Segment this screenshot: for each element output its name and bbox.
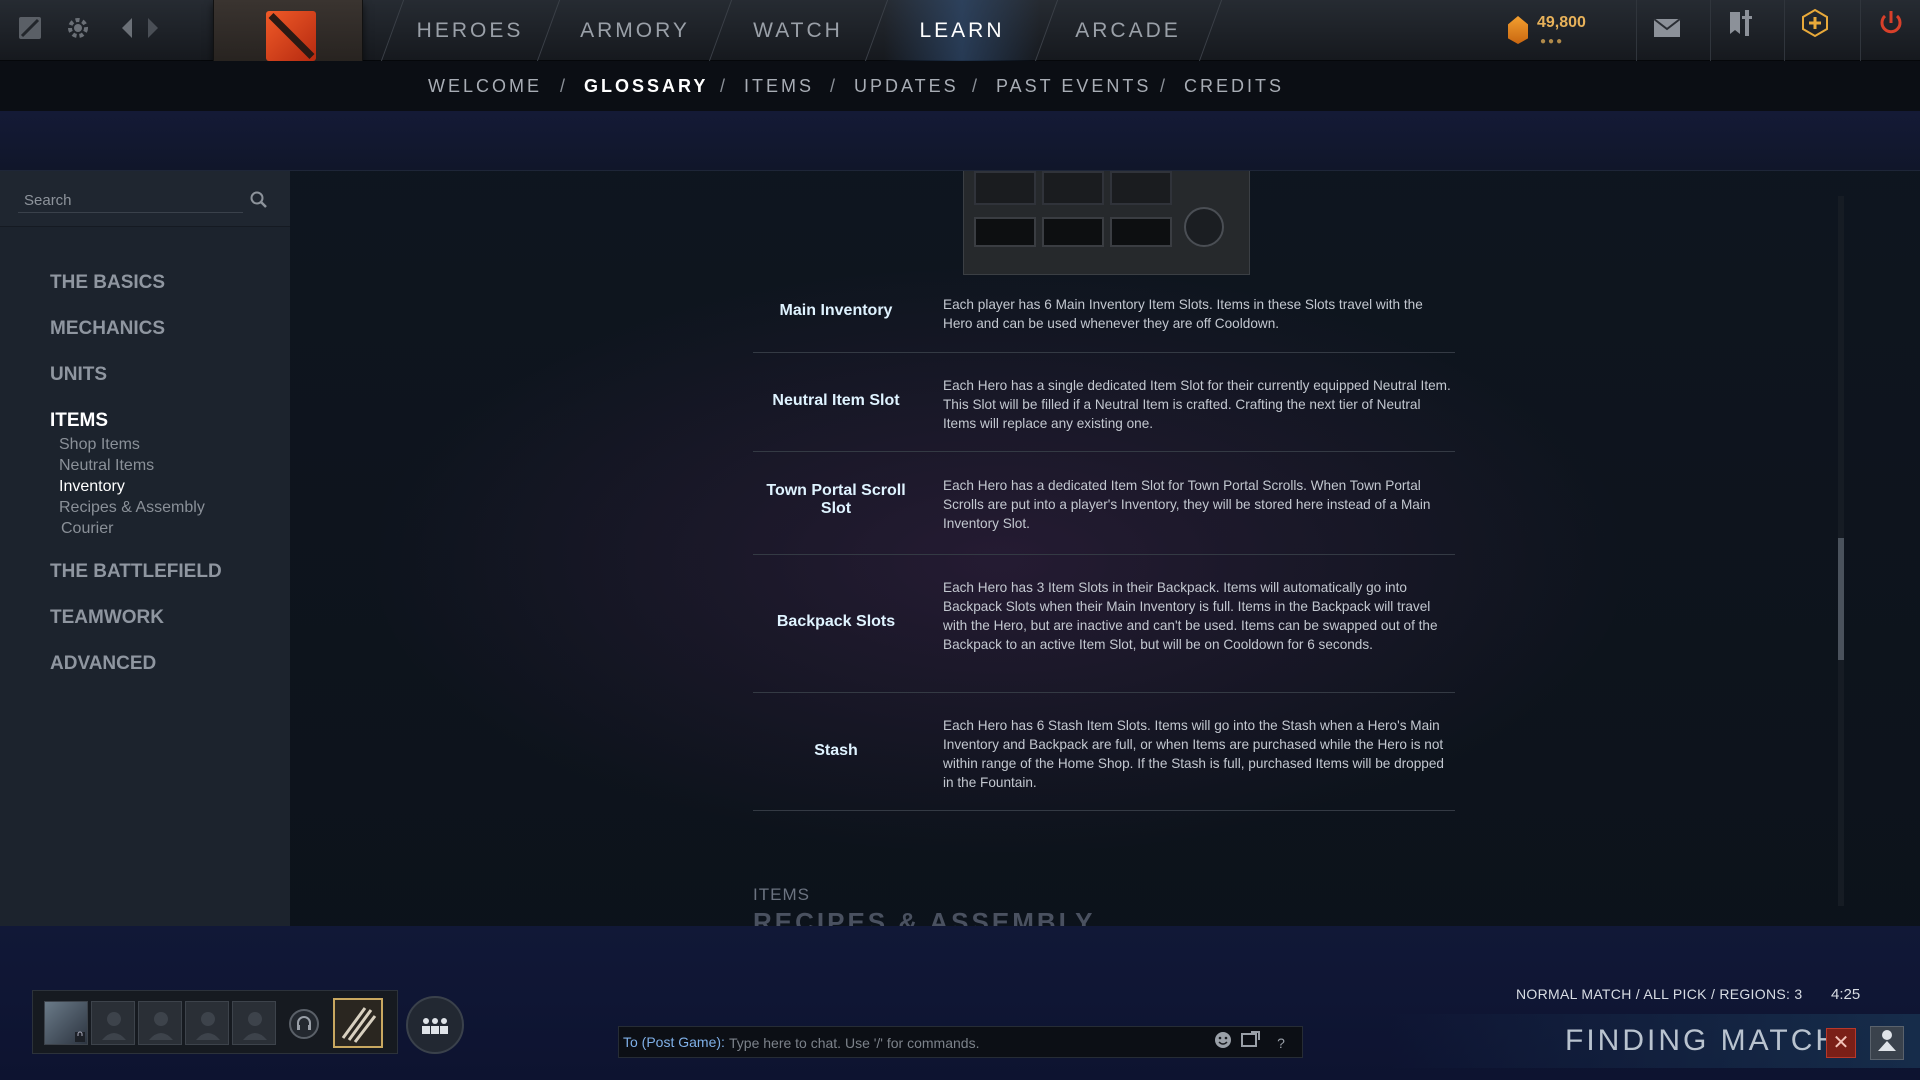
party-slot-empty[interactable]	[138, 1001, 182, 1045]
sidebar-item-the-basics[interactable]: THE BASICS	[50, 272, 165, 294]
glossary-description: Each Hero has a single dedicated Item Sl…	[943, 378, 1451, 431]
inventory-slot	[1110, 171, 1172, 205]
inventory-slot	[974, 171, 1036, 205]
glossary-term: Town Portal Scroll Slot	[766, 482, 906, 517]
glossary-row: Town Portal Scroll Slot Each Hero has a …	[753, 452, 1455, 555]
subnav-welcome[interactable]: WELCOME	[428, 76, 542, 97]
tab-arcade[interactable]: ARCADE	[1054, 0, 1202, 61]
chat-help-button[interactable]: ?	[1269, 1031, 1293, 1055]
subnav-updates[interactable]: UPDATES	[854, 76, 959, 97]
dota-icon[interactable]	[14, 14, 46, 46]
headset-icon[interactable]	[289, 1009, 319, 1039]
sidebar-item-items[interactable]: ITEMS	[50, 410, 108, 432]
backpack-slot	[1110, 217, 1172, 247]
glossary-description: Each Hero has 3 Item Slots in their Back…	[943, 580, 1438, 652]
rank-medal-icon[interactable]	[333, 998, 383, 1048]
subnav-separator: /	[560, 76, 566, 96]
sidebar-subitem-neutral-items[interactable]: Neutral Items	[59, 457, 154, 475]
matchmaking-panel: FINDING MATCH ✕	[1390, 1014, 1920, 1068]
glossary-row: Neutral Item Slot Each Hero has a single…	[753, 353, 1455, 452]
party-slot-empty[interactable]	[185, 1001, 229, 1045]
hero-select-icon[interactable]	[1870, 1026, 1904, 1060]
header-band	[0, 111, 1920, 171]
sidebar-subitem-recipes-assembly[interactable]: Recipes & Assembly	[59, 499, 205, 517]
subnav-credits[interactable]: CREDITS	[1184, 76, 1284, 97]
glossary-row: Stash Each Hero has 6 Stash Item Slots. …	[753, 693, 1455, 811]
party-panel	[32, 990, 398, 1054]
subnav-separator: /	[972, 76, 978, 96]
sidebar-subitem-inventory[interactable]: Inventory	[59, 478, 125, 496]
party-slot-empty[interactable]	[91, 1001, 135, 1045]
forward-arrow-icon[interactable]	[140, 14, 166, 46]
inventory-illustration	[963, 171, 1250, 275]
dota-logo-icon	[266, 11, 316, 61]
glossary-term: Backpack Slots	[776, 613, 896, 630]
content-scrollbar[interactable]	[1838, 196, 1844, 906]
glossary-term: Stash	[814, 742, 858, 759]
avatar[interactable]	[44, 1001, 88, 1045]
learn-subnav: WELCOME / GLOSSARY / ITEMS / UPDATES / P…	[0, 61, 1920, 111]
subnav-past-events[interactable]: PAST EVENTS	[996, 76, 1151, 97]
tab-heroes[interactable]: HEROES	[400, 0, 540, 61]
power-icon[interactable]	[1860, 0, 1920, 61]
sidebar-item-teamwork[interactable]: TEAMWORK	[50, 607, 164, 629]
tab-watch[interactable]: WATCH	[728, 0, 868, 61]
plus-icon[interactable]	[1784, 0, 1844, 61]
inventory-slot	[1042, 171, 1104, 205]
glossary-term: Neutral Item Slot	[772, 392, 900, 409]
match-settings: NORMAL MATCH / ALL PICK / REGIONS: 3	[1516, 986, 1803, 1002]
chat-channel[interactable]: To (Post Game):	[623, 1034, 725, 1050]
matchmaking-status: FINDING MATCH	[1565, 1024, 1841, 1057]
mail-icon[interactable]	[1636, 0, 1696, 61]
search-box	[0, 171, 290, 227]
party-slot-empty[interactable]	[232, 1001, 276, 1045]
shards-dots: ●●●	[1540, 36, 1565, 47]
sidebar-item-advanced[interactable]: ADVANCED	[50, 653, 156, 675]
social-icon[interactable]	[406, 996, 464, 1054]
cancel-search-button[interactable]: ✕	[1826, 1028, 1856, 1058]
shield-icon[interactable]	[1710, 0, 1770, 61]
sidebar-item-the-battlefield[interactable]: THE BATTLEFIELD	[50, 561, 222, 583]
nav-divider	[1198, 0, 1223, 61]
town-portal-slot	[1184, 207, 1224, 247]
gear-icon[interactable]	[62, 14, 94, 46]
chat-wheel-icon[interactable]	[1239, 1031, 1263, 1055]
glossary-description: Each Hero has 6 Stash Item Slots. Items …	[943, 718, 1444, 790]
subnav-separator: /	[830, 76, 836, 96]
subnav-separator: /	[1160, 76, 1166, 96]
glossary-description: Each player has 6 Main Inventory Item Sl…	[943, 297, 1423, 331]
sidebar-subitem-courier[interactable]: Courier	[61, 520, 113, 538]
glossary-content: Main Inventory Each player has 6 Main In…	[290, 171, 1920, 926]
glossary-row: Backpack Slots Each Hero has 3 Item Slot…	[753, 555, 1455, 693]
dota-client: HEROES ARMORY WATCH LEARN ARCADE 49,800 …	[0, 0, 1920, 1080]
sidebar-item-mechanics[interactable]: MECHANICS	[50, 318, 165, 340]
tab-learn[interactable]: LEARN	[884, 0, 1040, 61]
scroll-thumb[interactable]	[1838, 538, 1844, 660]
glossary-sidebar: THE BASICS MECHANICS UNITS ITEMS Shop It…	[0, 171, 290, 926]
search-input[interactable]	[18, 189, 243, 213]
tab-armory[interactable]: ARMORY	[556, 0, 714, 61]
sidebar-subitem-shop-items[interactable]: Shop Items	[59, 436, 140, 454]
section-title: RECIPES & ASSEMBLY	[753, 907, 1096, 926]
sidebar-item-units[interactable]: UNITS	[50, 364, 107, 386]
subnav-items[interactable]: ITEMS	[744, 76, 814, 97]
top-nav-bar: HEROES ARMORY WATCH LEARN ARCADE 49,800 …	[0, 0, 1920, 73]
section-header: ITEMS	[753, 885, 810, 904]
subnav-glossary[interactable]: GLOSSARY	[584, 76, 708, 97]
search-icon[interactable]	[248, 189, 270, 211]
match-timer: 4:25	[1831, 986, 1861, 1003]
bottom-bar: To (Post Game): ? NORMAL MATCH / ALL PIC…	[0, 926, 1920, 1080]
chat-input[interactable]	[729, 1031, 1199, 1055]
back-arrow-icon[interactable]	[114, 14, 140, 46]
emoji-icon[interactable]	[1211, 1031, 1235, 1055]
glossary-description: Each Hero has a dedicated Item Slot for …	[943, 478, 1431, 531]
backpack-slot	[1042, 217, 1104, 247]
shards-icon	[1508, 16, 1528, 44]
shards-amount: 49,800	[1537, 14, 1586, 31]
subnav-separator: /	[720, 76, 726, 96]
glossary-term: Main Inventory	[779, 302, 893, 319]
backpack-slot	[974, 217, 1036, 247]
chat-bar: To (Post Game): ?	[618, 1026, 1303, 1058]
glossary-row: Main Inventory Each player has 6 Main In…	[753, 275, 1455, 353]
